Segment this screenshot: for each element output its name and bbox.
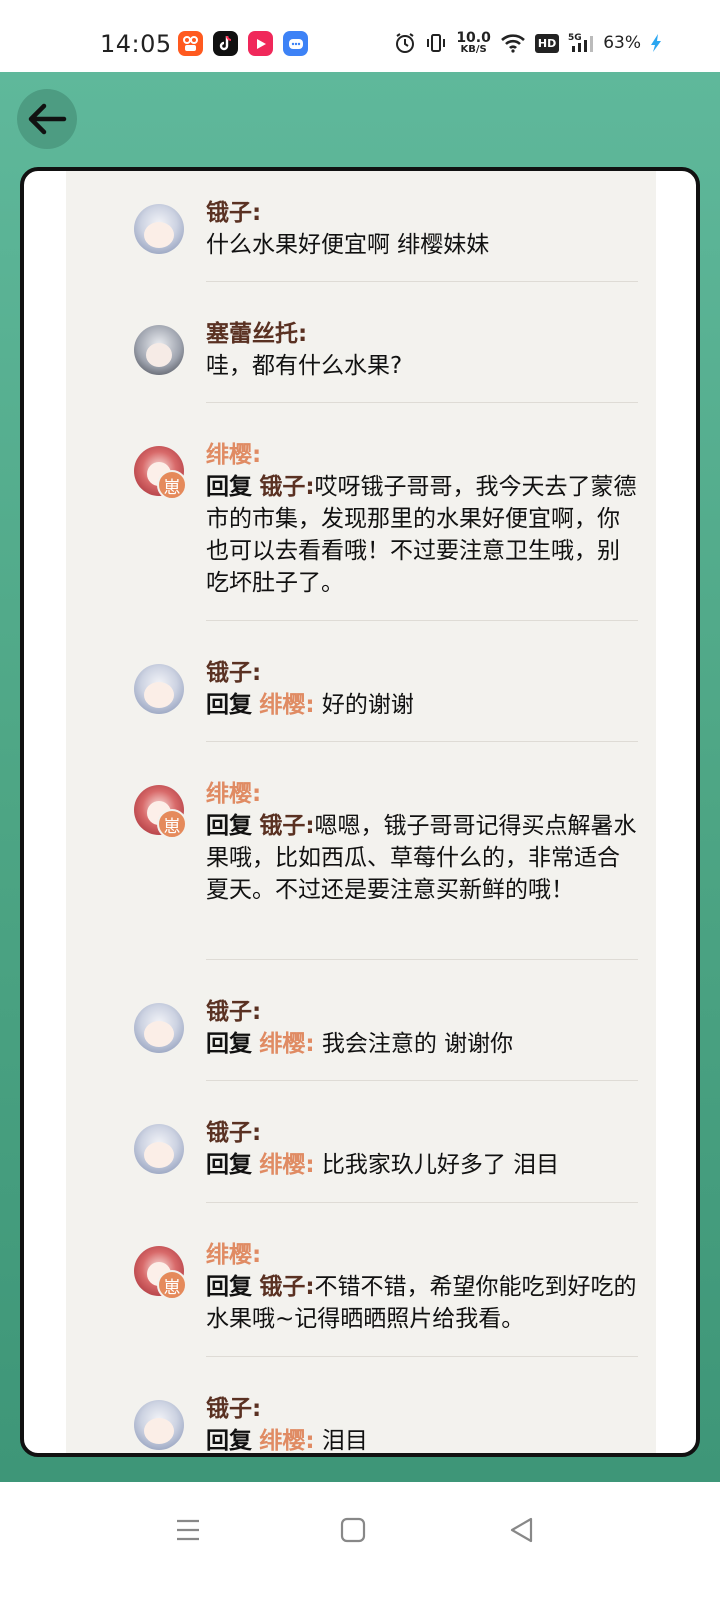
comment-text: 回复 绯樱: 好的谢谢 bbox=[206, 692, 414, 718]
avatar[interactable] bbox=[134, 664, 184, 714]
reply-target[interactable]: 锇子: bbox=[259, 813, 314, 839]
main-area: 锇子: 什么水果好便宜啊 绯樱妹妹 塞蕾丝托: 哇，都有什么水果? 崽 绯樱: bbox=[0, 72, 720, 1482]
avatar[interactable] bbox=[134, 204, 184, 254]
reply-target[interactable]: 绯樱: bbox=[259, 1152, 314, 1178]
user-tag-badge: 崽 bbox=[157, 470, 187, 500]
reply-target[interactable]: 绯樱: bbox=[259, 1031, 314, 1057]
comment-text: 哇，都有什么水果? bbox=[206, 353, 403, 379]
user-tag-badge: 崽 bbox=[157, 1270, 187, 1300]
divider bbox=[206, 402, 638, 403]
home-button[interactable] bbox=[333, 1510, 373, 1550]
status-bar: 14:05 10.0 KB/S HD 5G 63% bbox=[0, 0, 720, 72]
battery-level: 63% bbox=[603, 33, 641, 53]
user-tag-badge: 崽 bbox=[157, 809, 187, 839]
charging-icon bbox=[651, 34, 661, 52]
system-back-button[interactable] bbox=[502, 1510, 542, 1550]
divider bbox=[206, 1080, 638, 1081]
avatar[interactable]: 崽 bbox=[134, 1246, 187, 1300]
comment-card: 锇子: 什么水果好便宜啊 绯樱妹妹 塞蕾丝托: 哇，都有什么水果? 崽 绯樱: bbox=[20, 167, 700, 1457]
signal-icon: 5G bbox=[568, 33, 594, 52]
user-name[interactable]: 锇子: bbox=[206, 996, 638, 1028]
reply-target[interactable]: 锇子: bbox=[259, 474, 314, 500]
comment-text: 什么水果好便宜啊 绯樱妹妹 bbox=[206, 232, 490, 258]
notification-app-icons bbox=[178, 31, 308, 56]
status-indicators: 10.0 KB/S HD 5G 63% bbox=[394, 31, 662, 55]
hd-badge: HD bbox=[534, 33, 560, 53]
user-name[interactable]: 绯樱: bbox=[206, 439, 638, 471]
divider bbox=[206, 1356, 638, 1357]
comment-text: 回复 绯樱: 我会注意的 谢谢你 bbox=[206, 1031, 514, 1057]
menu-button[interactable] bbox=[168, 1510, 208, 1550]
user-name[interactable]: 锇子: bbox=[206, 1393, 638, 1425]
kuaishou-icon bbox=[178, 31, 203, 56]
network-speed: 10.0 KB/S bbox=[456, 30, 491, 55]
avatar[interactable]: 崽 bbox=[134, 785, 187, 839]
user-name[interactable]: 锇子: bbox=[206, 657, 638, 689]
menu-icon bbox=[177, 1519, 199, 1541]
comment-text: 回复 锇子:不错不错，希望你能吃到好吃的水果哦~记得晒晒照片给我看。 bbox=[206, 1274, 637, 1332]
square-icon bbox=[340, 1517, 366, 1543]
back-button[interactable] bbox=[17, 89, 77, 149]
status-time: 14:05 bbox=[100, 30, 172, 58]
system-nav-bar bbox=[0, 1482, 720, 1600]
avatar[interactable] bbox=[134, 1400, 184, 1450]
comment-text: 回复 锇子:嗯嗯，锇子哥哥记得买点解暑水果哦，比如西瓜、草莓什么的，非常适合夏天… bbox=[206, 813, 637, 903]
user-name[interactable]: 锇子: bbox=[206, 1117, 638, 1149]
reply-target[interactable]: 锇子: bbox=[259, 1274, 314, 1300]
avatar[interactable] bbox=[134, 1003, 184, 1053]
avatar[interactable]: 崽 bbox=[134, 446, 187, 500]
divider bbox=[206, 959, 638, 960]
avatar[interactable] bbox=[134, 325, 184, 375]
user-name[interactable]: 锇子: bbox=[206, 197, 638, 229]
comment-text: 回复 绯樱: 泪目 bbox=[206, 1428, 368, 1454]
chat-icon bbox=[283, 31, 308, 56]
divider bbox=[206, 1202, 638, 1203]
comment-list[interactable]: 锇子: 什么水果好便宜啊 绯樱妹妹 塞蕾丝托: 哇，都有什么水果? 崽 绯樱: bbox=[66, 171, 656, 1453]
arrow-left-icon bbox=[28, 103, 67, 135]
tiktok-icon bbox=[213, 31, 238, 56]
reply-target[interactable]: 绯樱: bbox=[259, 1428, 314, 1453]
divider bbox=[206, 281, 638, 282]
divider bbox=[206, 741, 638, 742]
divider bbox=[206, 620, 638, 621]
alarm-icon bbox=[396, 33, 415, 53]
avatar[interactable] bbox=[134, 1124, 184, 1174]
svg-text:5G: 5G bbox=[568, 33, 582, 43]
user-name[interactable]: 绯樱: bbox=[206, 1239, 638, 1271]
user-name[interactable]: 绯樱: bbox=[206, 778, 638, 810]
wifi-icon bbox=[500, 34, 525, 53]
comment-text: 回复 绯樱: 比我家玖儿好多了 泪目 bbox=[206, 1152, 560, 1178]
user-name[interactable]: 塞蕾丝托: bbox=[206, 318, 638, 350]
triangle-back-icon bbox=[510, 1517, 533, 1543]
vibrate-icon bbox=[427, 34, 446, 52]
reply-target[interactable]: 绯樱: bbox=[259, 692, 314, 718]
comment-text: 回复 锇子:哎呀锇子哥哥，我今天去了蒙德市的市集，发现那里的水果好便宜啊，你也可… bbox=[206, 474, 637, 596]
video-icon bbox=[248, 31, 273, 56]
